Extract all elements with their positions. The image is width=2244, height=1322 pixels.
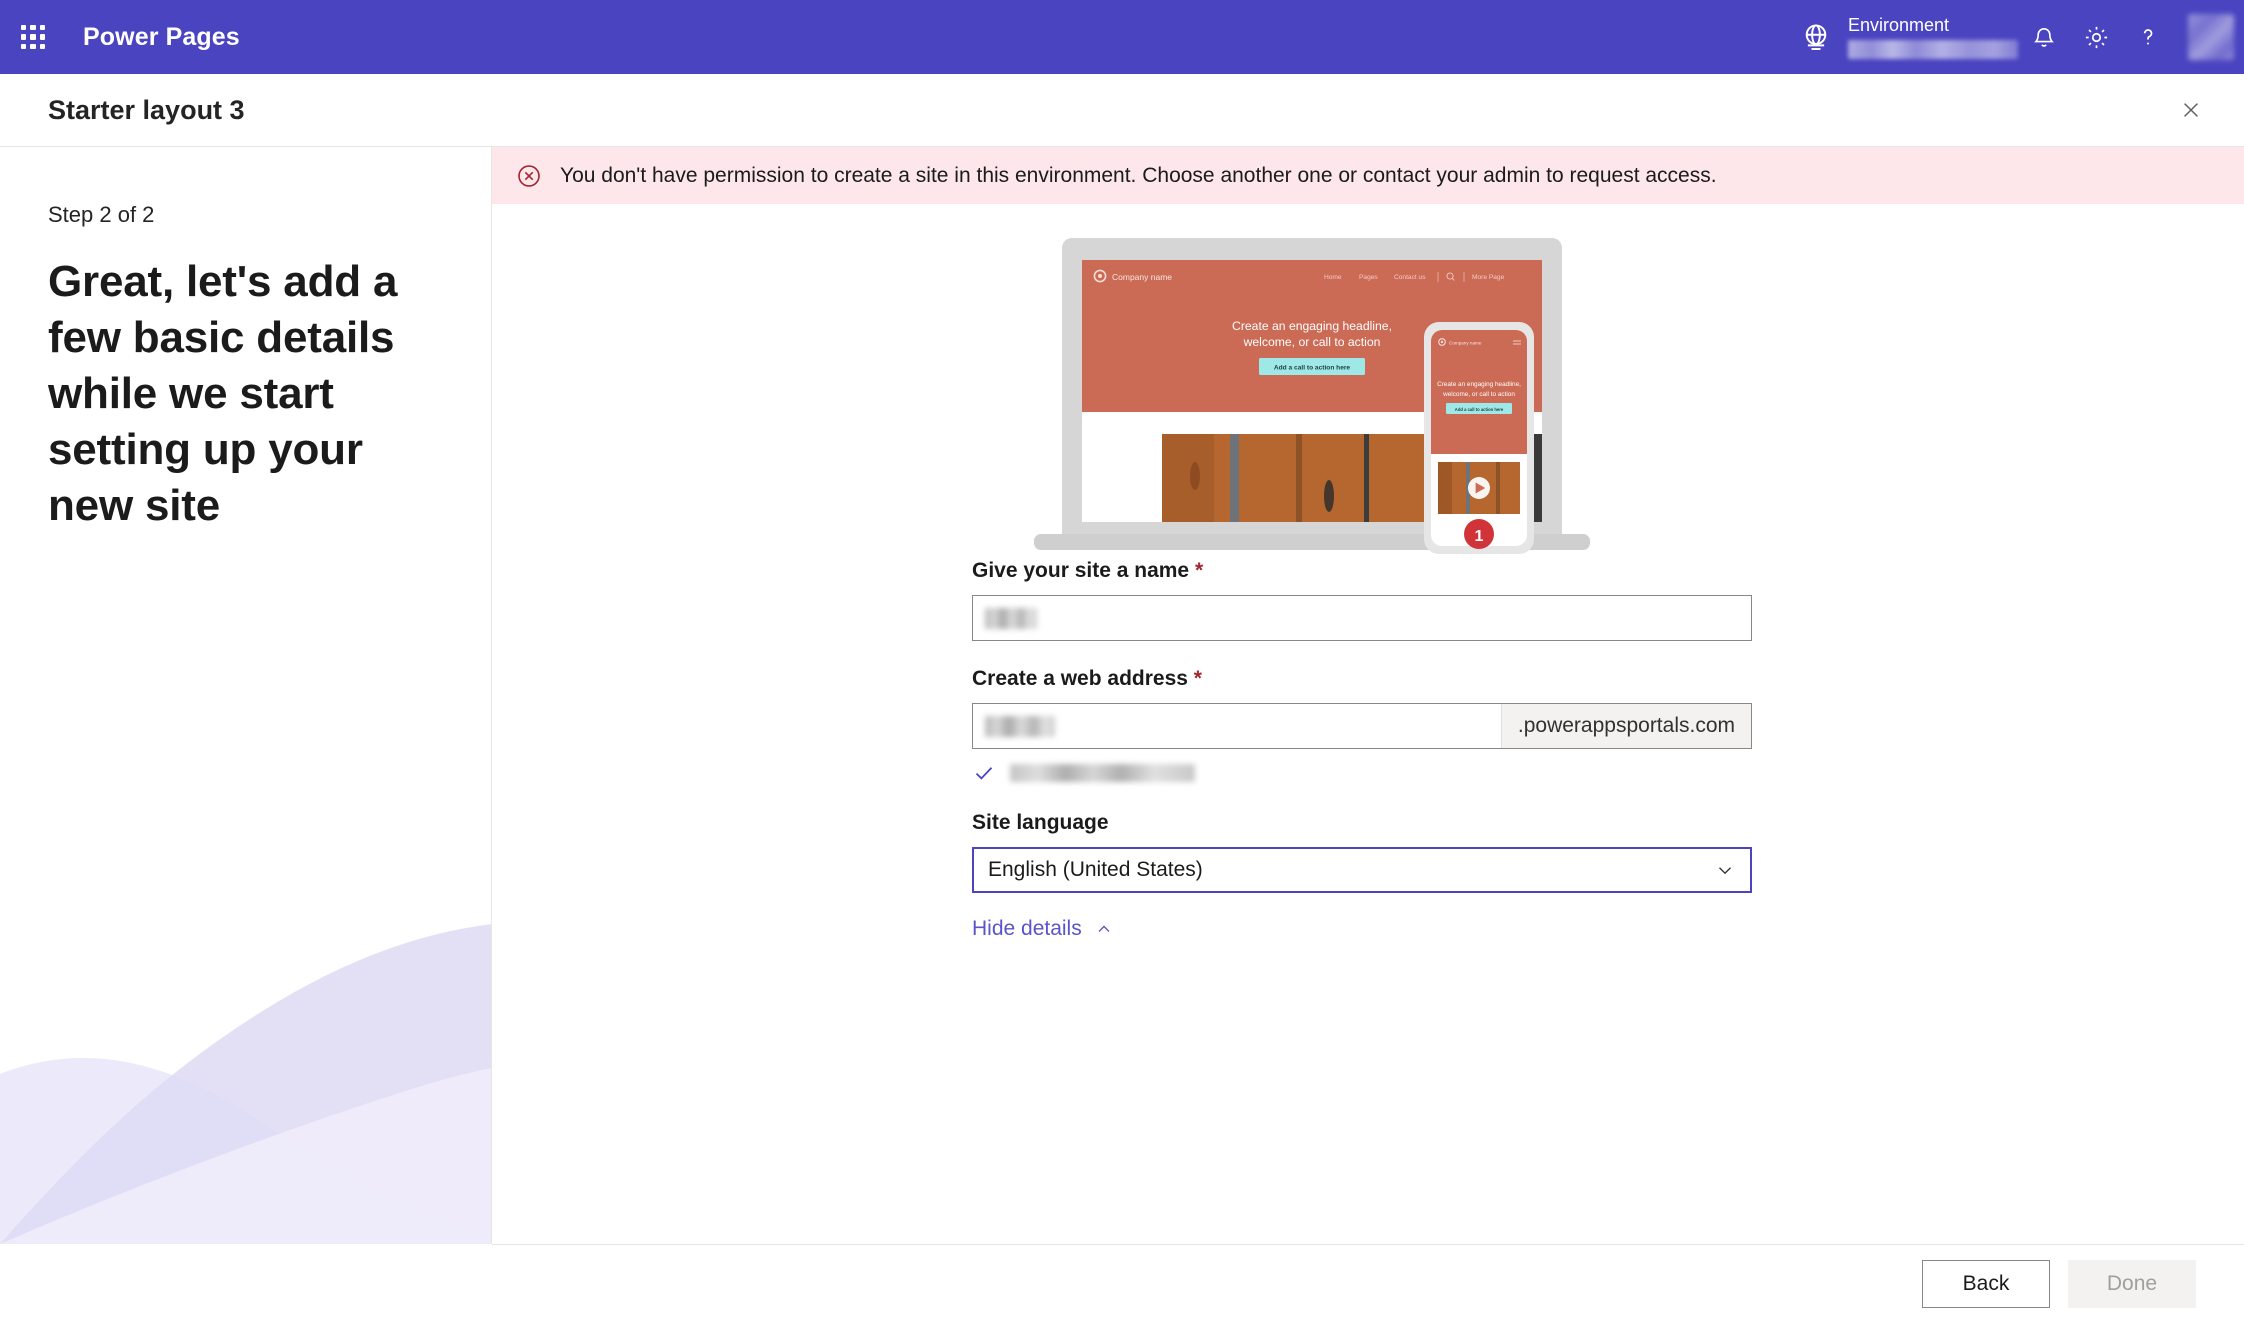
settings-button[interactable] xyxy=(2070,11,2122,63)
close-icon xyxy=(2184,103,2198,117)
svg-text:Contact us: Contact us xyxy=(1394,274,1426,281)
field-web-address: Create a web address * .powerappsportals… xyxy=(972,667,1752,749)
web-address-value-redacted xyxy=(985,715,1055,737)
svg-text:Add a call to action here: Add a call to action here xyxy=(1455,407,1504,412)
svg-text:Create an engaging headline,: Create an engaging headline, xyxy=(1232,319,1392,333)
site-name-label-text: Give your site a name xyxy=(972,559,1190,582)
svg-text:Add a call to action here: Add a call to action here xyxy=(1274,365,1351,372)
svg-text:Create an engaging headline,: Create an engaging headline, xyxy=(1437,381,1521,388)
app-header-right-cluster: Environment xyxy=(1798,0,2244,74)
svg-text:Pages: Pages xyxy=(1359,274,1378,281)
chevron-up-icon xyxy=(1098,925,1110,932)
checkmark-icon xyxy=(975,767,993,780)
svg-text:More Page: More Page xyxy=(1472,274,1505,281)
step-indicator: Step 2 of 2 xyxy=(48,202,155,227)
field-site-language: Site language English (United States) xyxy=(972,811,1752,893)
validation-text-redacted xyxy=(1010,764,1195,782)
site-name-label: Give your site a name * xyxy=(972,559,1752,583)
device-mockup-illustration: Company name Home Pages Contact us More … xyxy=(1034,238,1590,554)
close-button[interactable] xyxy=(2168,87,2214,133)
page-title: Starter layout 3 xyxy=(48,94,245,125)
app-title: Power Pages xyxy=(83,22,240,51)
error-message: You don't have permission to create a si… xyxy=(560,163,1717,187)
gear-icon xyxy=(2085,26,2107,48)
wizard-left-panel: Step 2 of 2 Great, let's add a few basic… xyxy=(0,147,492,1244)
web-address-label-text: Create a web address xyxy=(972,667,1188,690)
site-name-value-redacted xyxy=(985,607,1037,629)
required-asterisk: * xyxy=(1194,559,1204,582)
error-banner: You don't have permission to create a si… xyxy=(492,147,2244,204)
done-button: Done xyxy=(2068,1259,2196,1308)
wizard-headline: Great, let's add a few basic details whi… xyxy=(48,257,398,530)
svg-text:Company name: Company name xyxy=(1449,341,1482,346)
environment-label: Environment xyxy=(1848,15,1950,35)
hide-details-toggle[interactable]: Hide details xyxy=(972,917,1114,941)
environment-name-redacted xyxy=(1848,40,2018,59)
help-button[interactable] xyxy=(2122,11,2174,63)
sub-header: Starter layout 3 xyxy=(0,74,2244,147)
wizard-main-content: You don't have permission to create a si… xyxy=(492,147,2244,1244)
notifications-button[interactable] xyxy=(2018,11,2070,63)
svg-text:Company name: Company name xyxy=(1112,272,1172,282)
site-language-value: English (United States) xyxy=(988,858,1203,881)
field-site-name: Give your site a name * xyxy=(972,559,1752,641)
web-address-row: .powerappsportals.com xyxy=(972,703,1752,749)
svg-text:welcome, or call to action: welcome, or call to action xyxy=(1243,335,1381,349)
environment-selector[interactable]: Environment xyxy=(1848,15,2018,59)
globe-environment-icon[interactable] xyxy=(1798,19,1834,55)
web-address-input[interactable] xyxy=(973,704,1501,748)
decorative-wave-graphic xyxy=(0,924,491,1244)
web-address-validation xyxy=(972,761,1752,785)
site-name-input[interactable] xyxy=(972,595,1752,641)
waffle-grid-icon[interactable] xyxy=(16,20,50,54)
hide-details-label: Hide details xyxy=(972,917,1082,940)
bell-icon xyxy=(2034,28,2054,47)
back-button[interactable]: Back xyxy=(1922,1259,2050,1308)
svg-text:welcome, or call to action: welcome, or call to action xyxy=(1442,391,1515,398)
user-avatar[interactable] xyxy=(2188,14,2234,60)
site-details-form: Give your site a name * Create a web add… xyxy=(972,559,1752,941)
app-header-bar: Power Pages Environment xyxy=(0,0,2244,74)
web-address-suffix: .powerappsportals.com xyxy=(1500,704,1751,748)
error-circle-x-icon xyxy=(518,164,540,187)
wizard-footer: Back Done xyxy=(492,1244,2244,1322)
site-language-label: Site language xyxy=(972,811,1109,834)
site-language-select[interactable]: English (United States) xyxy=(972,847,1752,893)
web-address-label: Create a web address * xyxy=(972,667,1752,691)
required-asterisk: * xyxy=(1193,667,1202,690)
chevron-down-icon xyxy=(1719,867,1731,875)
svg-text:Home: Home xyxy=(1324,274,1342,281)
svg-text:1: 1 xyxy=(1475,528,1484,545)
question-mark-icon xyxy=(2143,29,2153,45)
template-preview: Company name Home Pages Contact us More … xyxy=(492,204,2244,559)
